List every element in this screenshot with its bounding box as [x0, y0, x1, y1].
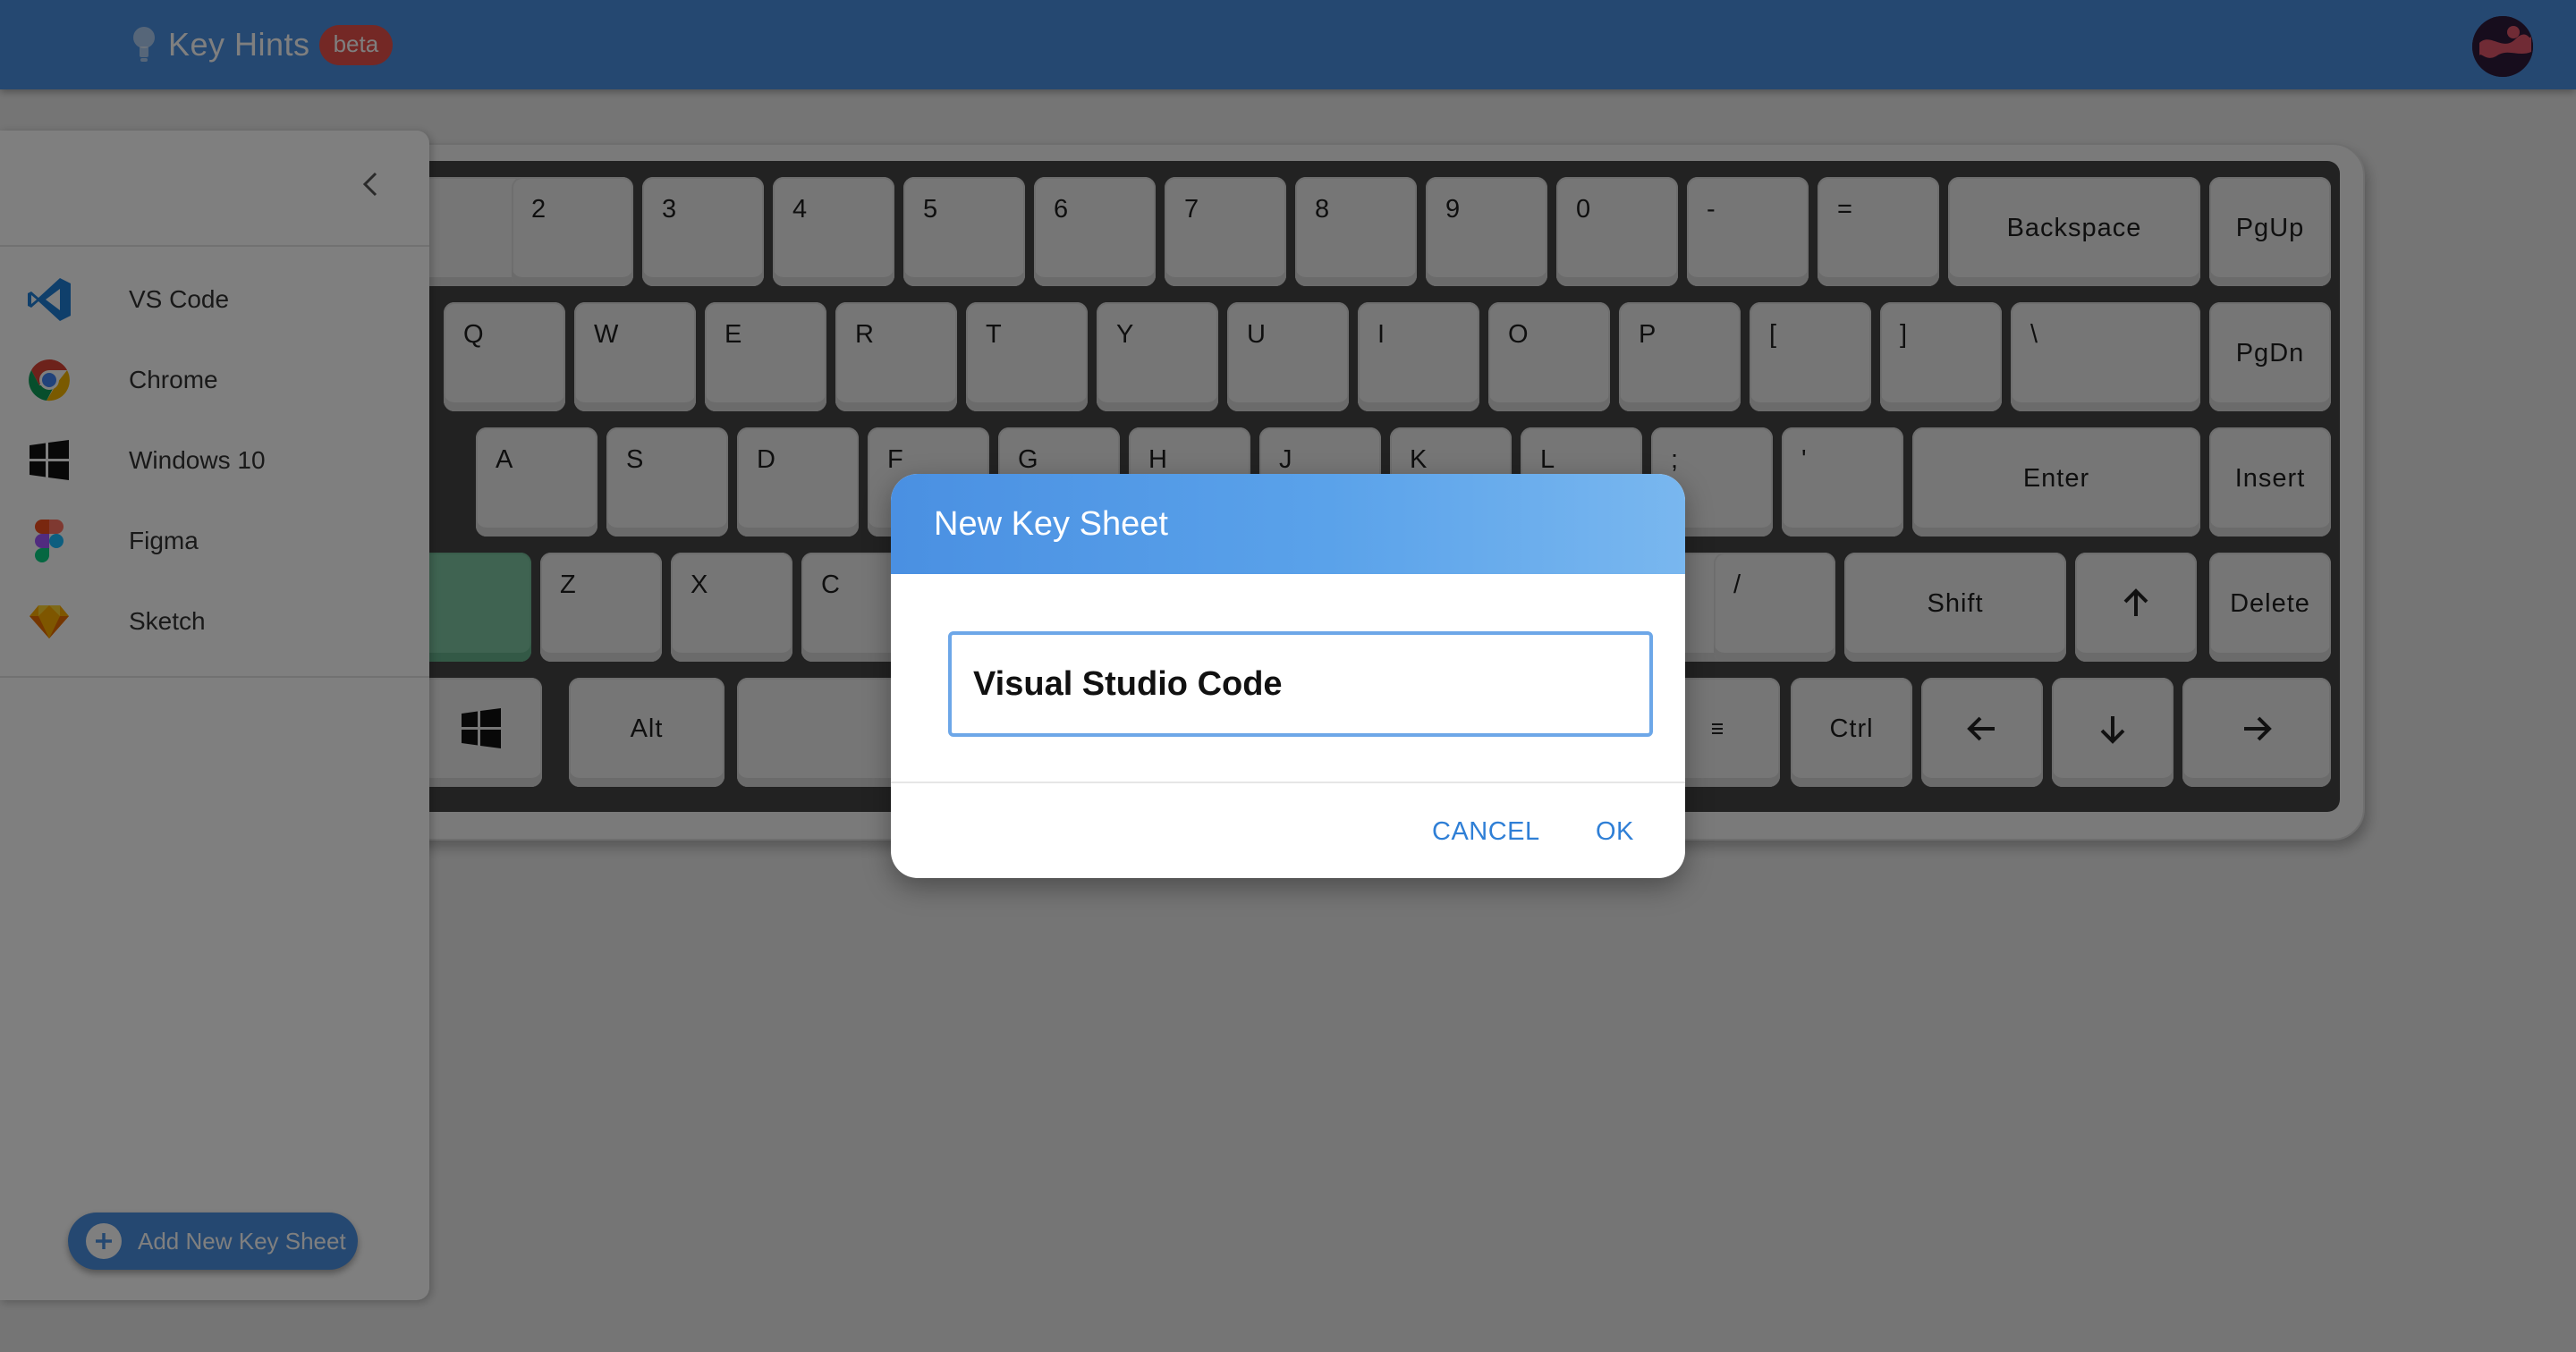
dialog-divider: [891, 782, 1685, 783]
new-key-sheet-dialog: New Key Sheet CANCEL OK: [891, 474, 1685, 878]
cancel-button[interactable]: CANCEL: [1432, 817, 1540, 847]
dialog-header: New Key Sheet: [891, 474, 1685, 574]
key-sheet-name-input[interactable]: [948, 631, 1653, 737]
dialog-title: New Key Sheet: [934, 504, 1168, 543]
ok-button[interactable]: OK: [1596, 817, 1634, 847]
